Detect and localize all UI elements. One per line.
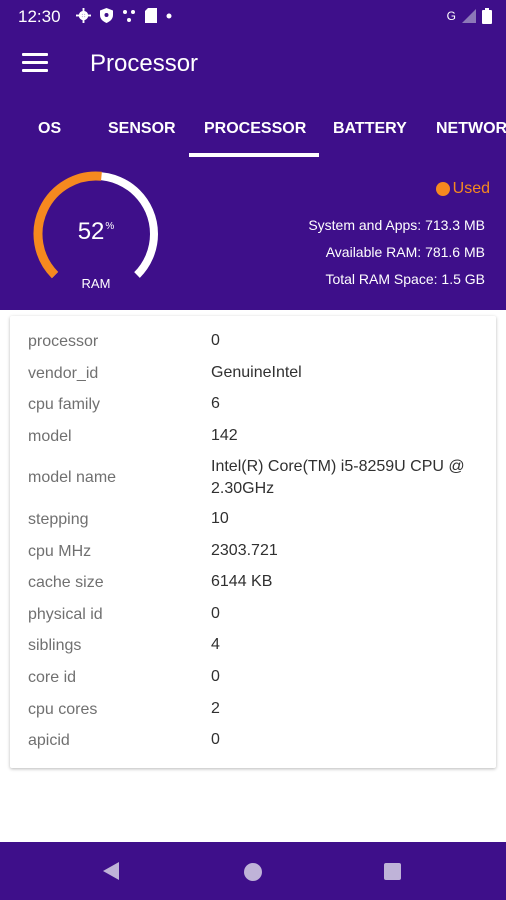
row-key: apicid — [28, 732, 70, 749]
tab-os[interactable]: OS — [38, 120, 61, 138]
row-value: 2 — [211, 700, 220, 717]
row-value: 2303.721 — [211, 542, 278, 559]
row-value: 0 — [211, 605, 220, 622]
row-key: siblings — [28, 637, 82, 654]
cpu-info-card: processor 0 vendor_id GenuineIntel cpu f… — [10, 316, 496, 768]
system-nav-bar — [0, 842, 506, 900]
row-value: 0 — [211, 668, 220, 685]
gear-icon — [76, 8, 91, 23]
network-type-label: G — [446, 9, 456, 23]
ram-total: Total RAM Space: 1.5 GB — [325, 271, 485, 287]
row-key: stepping — [28, 511, 89, 528]
row-key: cache size — [28, 574, 104, 591]
row-value: Intel(R) Core(TM) i5-8259U CPU @ 2.30GHz — [211, 458, 465, 497]
tab-processor[interactable]: PROCESSOR — [204, 120, 306, 138]
row-key: processor — [28, 333, 99, 350]
page-title: Processor — [90, 50, 199, 77]
home-icon[interactable] — [244, 863, 262, 881]
row-value: 142 — [211, 427, 238, 444]
used-legend: Used — [435, 180, 490, 198]
dots-icon — [123, 9, 135, 22]
ram-row-label: Total RAM Space: — [325, 271, 438, 287]
battery-icon — [482, 8, 492, 24]
row-value: GenuineIntel — [211, 364, 302, 381]
tab-network[interactable]: NETWOR — [436, 120, 506, 138]
ram-available: Available RAM: 781.6 MB — [326, 244, 485, 260]
used-legend-label: Used — [452, 180, 490, 197]
tab-sensor[interactable]: SENSOR — [108, 120, 176, 138]
ram-row-label: System and Apps: — [308, 217, 422, 233]
row-key: vendor_id — [28, 365, 99, 382]
shield-icon — [100, 8, 113, 23]
menu-icon[interactable] — [22, 53, 48, 75]
ram-row-value: 781.6 MB — [425, 244, 485, 260]
signal-icon — [462, 9, 476, 23]
ram-system-apps: System and Apps: 713.3 MB — [308, 217, 485, 233]
ram-gauge: 52% RAM — [30, 168, 162, 300]
row-key: model name — [28, 469, 117, 486]
status-time: 12:30 — [18, 7, 61, 26]
row-value: 0 — [211, 332, 220, 349]
recents-icon[interactable] — [384, 863, 401, 880]
row-key: model — [28, 428, 72, 445]
row-value: 0 — [211, 731, 220, 748]
sdcard-icon — [145, 8, 157, 23]
row-value: 6 — [211, 395, 220, 412]
ram-percent: 52% — [30, 218, 162, 246]
row-key: physical id — [28, 606, 103, 623]
row-value: 10 — [211, 510, 229, 527]
used-legend-dot — [435, 182, 450, 196]
status-bar: 12:30 G — [0, 0, 506, 32]
ram-label: RAM — [81, 276, 111, 291]
row-key: cpu MHz — [28, 543, 92, 560]
ram-row-value: 1.5 GB — [441, 271, 485, 287]
row-value: 4 — [211, 636, 220, 653]
dot-icon — [166, 13, 172, 18]
row-key: cpu cores — [28, 701, 98, 718]
status-icons — [76, 8, 172, 23]
ram-row-value: 713.3 MB — [425, 217, 485, 233]
row-value: 6144 KB — [211, 573, 273, 590]
ram-row-label: Available RAM: — [325, 244, 422, 260]
row-key: core id — [28, 669, 77, 686]
back-icon[interactable] — [103, 862, 119, 880]
ram-percent-unit: % — [105, 221, 115, 232]
tab-battery[interactable]: BATTERY — [333, 120, 407, 138]
row-key: cpu family — [28, 396, 101, 413]
status-right: G — [447, 8, 492, 24]
tab-indicator — [189, 153, 319, 157]
ram-percent-value: 52 — [77, 218, 105, 245]
